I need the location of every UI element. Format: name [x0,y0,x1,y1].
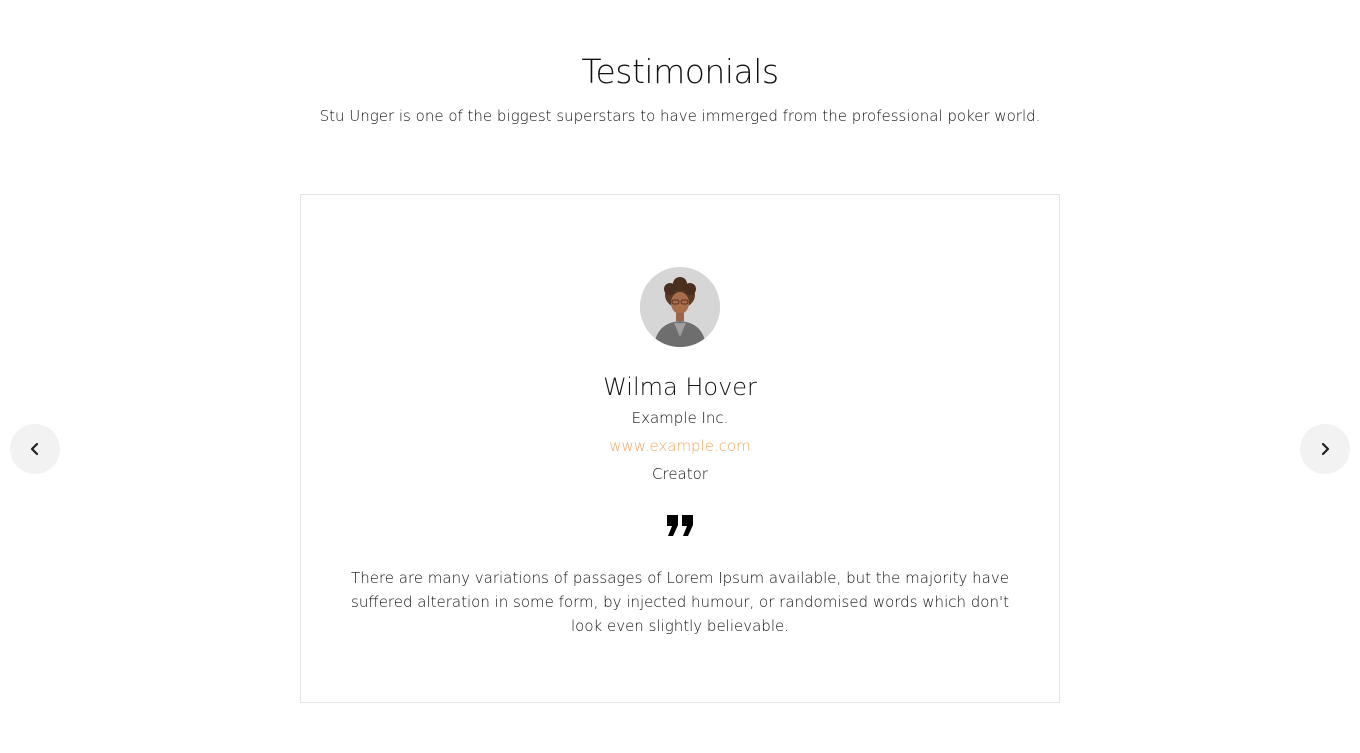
testimonial-text: There are many variations of passages of… [351,569,1009,635]
testimonial-card: Wilma Hover Example Inc. www.example.com… [300,194,1060,703]
chevron-left-icon [30,442,39,456]
testimonials-page: Testimonials Stu Unger is one of the big… [0,0,1360,753]
person-website-link[interactable]: www.example.com [301,437,1059,455]
chevron-right-icon [1321,442,1330,456]
section-title: Testimonials [581,52,779,91]
section-subtitle: Stu Unger is one of the biggest supersta… [319,107,1041,125]
avatar-image [640,267,720,347]
quote-icon [667,515,693,536]
carousel-prev-button[interactable] [10,424,60,474]
person-company: Example Inc. [631,409,729,427]
avatar [640,267,720,347]
carousel-next-button[interactable] [1300,424,1350,474]
person-role: Creator [652,465,708,483]
person-name: Wilma Hover [603,373,757,401]
